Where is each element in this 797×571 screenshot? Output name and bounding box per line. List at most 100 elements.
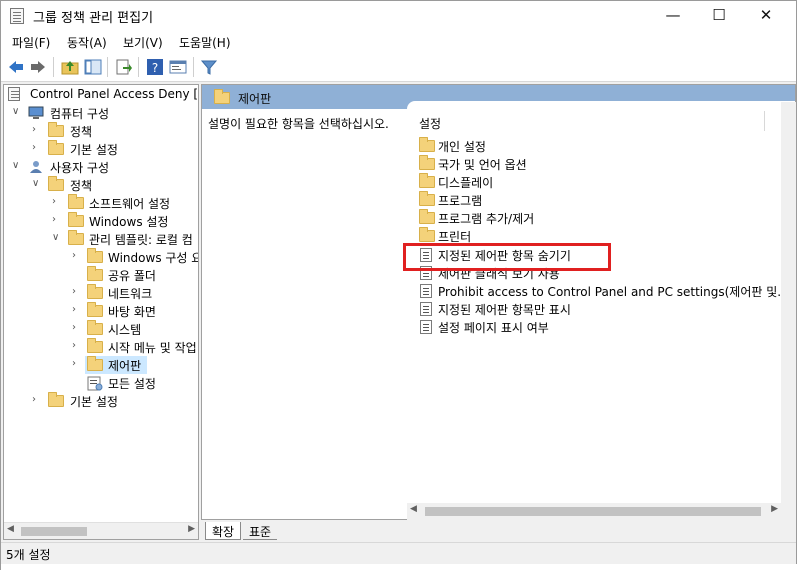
- folder-icon: [87, 284, 103, 299]
- tree-windows-components[interactable]: › Windows 구성 요: [6, 248, 198, 266]
- tree-network[interactable]: › 네트워크: [6, 284, 198, 302]
- tree-user-config[interactable]: ∨ 사용자 구성: [6, 158, 198, 176]
- list-item-label: Prohibit access to Control Panel and PC …: [438, 285, 789, 299]
- tree-computer-config[interactable]: ∨ 컴퓨터 구성: [6, 104, 198, 122]
- chevron-right-icon[interactable]: ›: [32, 142, 42, 154]
- tree-root[interactable]: Control Panel Access Deny [DC: [6, 86, 198, 104]
- list-item-label: 설정 페이지 표시 여부: [438, 321, 549, 335]
- chevron-right-icon[interactable]: ›: [32, 124, 42, 136]
- tree-cc-policy[interactable]: › 정책: [6, 122, 198, 140]
- folder-icon: [87, 266, 103, 281]
- tree-all-settings[interactable]: 모든 설정: [6, 374, 198, 392]
- folder-icon: [214, 89, 230, 104]
- list-horizontal-scrollbar[interactable]: ◀ ▶: [407, 503, 781, 520]
- status-bar: 5개 설정: [1, 542, 796, 564]
- scroll-right-icon[interactable]: ▶: [188, 524, 195, 534]
- chevron-down-icon[interactable]: ∨: [12, 160, 22, 172]
- tree-user-config-label: 사용자 구성: [50, 161, 110, 175]
- minimize-button[interactable]: —: [650, 1, 696, 31]
- tree-uc-preferences[interactable]: › 기본 설정: [6, 392, 198, 410]
- toolbar-separator: [138, 57, 139, 77]
- chevron-right-icon[interactable]: ›: [72, 286, 82, 298]
- tree-software-settings[interactable]: › 소프트웨어 설정: [6, 194, 198, 212]
- properties-icon[interactable]: [169, 58, 187, 76]
- menu-view[interactable]: 보기(V): [123, 34, 163, 51]
- tree-windows-settings-label: Windows 설정: [89, 215, 169, 229]
- highlight-box: [403, 243, 611, 271]
- tree-windows-settings[interactable]: › Windows 설정: [6, 212, 198, 230]
- chevron-right-icon[interactable]: ›: [72, 340, 82, 352]
- tree-desktop[interactable]: › 바탕 화면: [6, 302, 198, 320]
- tree-cc-preferences[interactable]: › 기본 설정: [6, 140, 198, 158]
- tree-uc-preferences-label: 기본 설정: [70, 395, 118, 409]
- computer-icon: [28, 106, 44, 119]
- tree-system-label: 시스템: [108, 323, 142, 337]
- tree-start-menu[interactable]: › 시작 메뉴 및 작업: [6, 338, 198, 356]
- folder-icon: [419, 173, 435, 188]
- tab-extended[interactable]: 확장: [205, 522, 242, 540]
- list-item-label: 개인 설정: [438, 140, 486, 154]
- tree-horizontal-scrollbar[interactable]: ◀ ▶: [4, 522, 198, 539]
- tab-standard[interactable]: 표준: [243, 522, 278, 540]
- list-item-label: 국가 및 언어 옵션: [438, 158, 527, 172]
- folder-icon: [419, 209, 435, 224]
- back-icon[interactable]: [7, 58, 25, 76]
- folder-icon: [48, 122, 64, 137]
- tree-system[interactable]: › 시스템: [6, 320, 198, 338]
- forward-icon[interactable]: [29, 58, 47, 76]
- chevron-right-icon[interactable]: ›: [72, 358, 82, 370]
- all-settings-icon: [87, 376, 103, 391]
- help-icon[interactable]: ?: [146, 58, 164, 76]
- chevron-right-icon[interactable]: ›: [52, 196, 62, 208]
- chevron-right-icon[interactable]: ›: [72, 304, 82, 316]
- description-area: 설명이 필요한 항목을 선택하십시오.: [202, 109, 407, 519]
- chevron-down-icon[interactable]: ∨: [52, 232, 62, 244]
- tree-admin-templates[interactable]: ∨ 관리 템플릿: 로컬 컴: [6, 230, 198, 248]
- list-vertical-scrollbar[interactable]: [781, 102, 796, 520]
- column-header-setting[interactable]: 설정: [419, 115, 441, 132]
- tree-root-label: Control Panel Access Deny [DC: [30, 87, 199, 101]
- description-text: 설명이 필요한 항목을 선택하십시오.: [208, 117, 389, 131]
- folder-icon: [68, 230, 84, 245]
- tree-shared-folders[interactable]: 공유 폴더: [6, 266, 198, 284]
- tree-uc-policy[interactable]: ∨ 정책: [6, 176, 198, 194]
- filter-icon[interactable]: [200, 58, 218, 76]
- column-divider[interactable]: [764, 111, 765, 131]
- tree-cc-policy-label: 정책: [70, 125, 93, 139]
- chevron-down-icon[interactable]: ∨: [12, 106, 22, 118]
- tree-software-settings-label: 소프트웨어 설정: [89, 197, 171, 211]
- chevron-right-icon[interactable]: ›: [32, 394, 42, 406]
- folder-icon: [68, 212, 84, 227]
- scroll-left-icon[interactable]: ◀: [7, 524, 14, 534]
- scroll-right-icon[interactable]: ▶: [771, 504, 778, 514]
- folder-icon: [419, 227, 435, 242]
- scroll-left-icon[interactable]: ◀: [410, 504, 417, 514]
- settings-list: 설정 개인 설정 국가 및 언어 옵션 디스플레이 프로그램 프로그램 추가/제…: [407, 101, 795, 519]
- app-icon: [10, 8, 24, 24]
- chevron-right-icon[interactable]: ›: [72, 322, 82, 334]
- policy-tree: Control Panel Access Deny [DC ∨ 컴퓨터 구성 ›…: [3, 84, 199, 540]
- folder-icon: [87, 356, 103, 371]
- view-tabs: 확장 표준: [201, 520, 796, 542]
- title-bar: 그룹 정책 관리 편집기 — ☐ ✕: [1, 1, 796, 31]
- menu-file[interactable]: 파일(F): [12, 34, 50, 51]
- policy-document-icon: [8, 87, 20, 101]
- tree-uc-policy-label: 정책: [70, 179, 93, 193]
- up-folder-icon[interactable]: [61, 58, 79, 76]
- menu-help[interactable]: 도움말(H): [179, 34, 231, 51]
- export-list-icon[interactable]: [115, 58, 133, 76]
- folder-icon: [87, 338, 103, 353]
- chevron-down-icon[interactable]: ∨: [32, 178, 42, 190]
- list-item-label: 지정된 제어판 항목만 표시: [438, 303, 571, 317]
- menu-action[interactable]: 동작(A): [67, 34, 107, 51]
- scroll-thumb[interactable]: [21, 527, 87, 536]
- chevron-right-icon[interactable]: ›: [72, 250, 82, 262]
- folder-icon: [87, 248, 103, 263]
- folder-icon: [87, 320, 103, 335]
- tree-control-panel[interactable]: › 제어판: [6, 356, 198, 374]
- scroll-thumb[interactable]: [425, 507, 761, 516]
- chevron-right-icon[interactable]: ›: [52, 214, 62, 226]
- maximize-button[interactable]: ☐: [696, 1, 742, 31]
- show-hide-tree-icon[interactable]: [84, 58, 102, 76]
- close-button[interactable]: ✕: [743, 1, 789, 31]
